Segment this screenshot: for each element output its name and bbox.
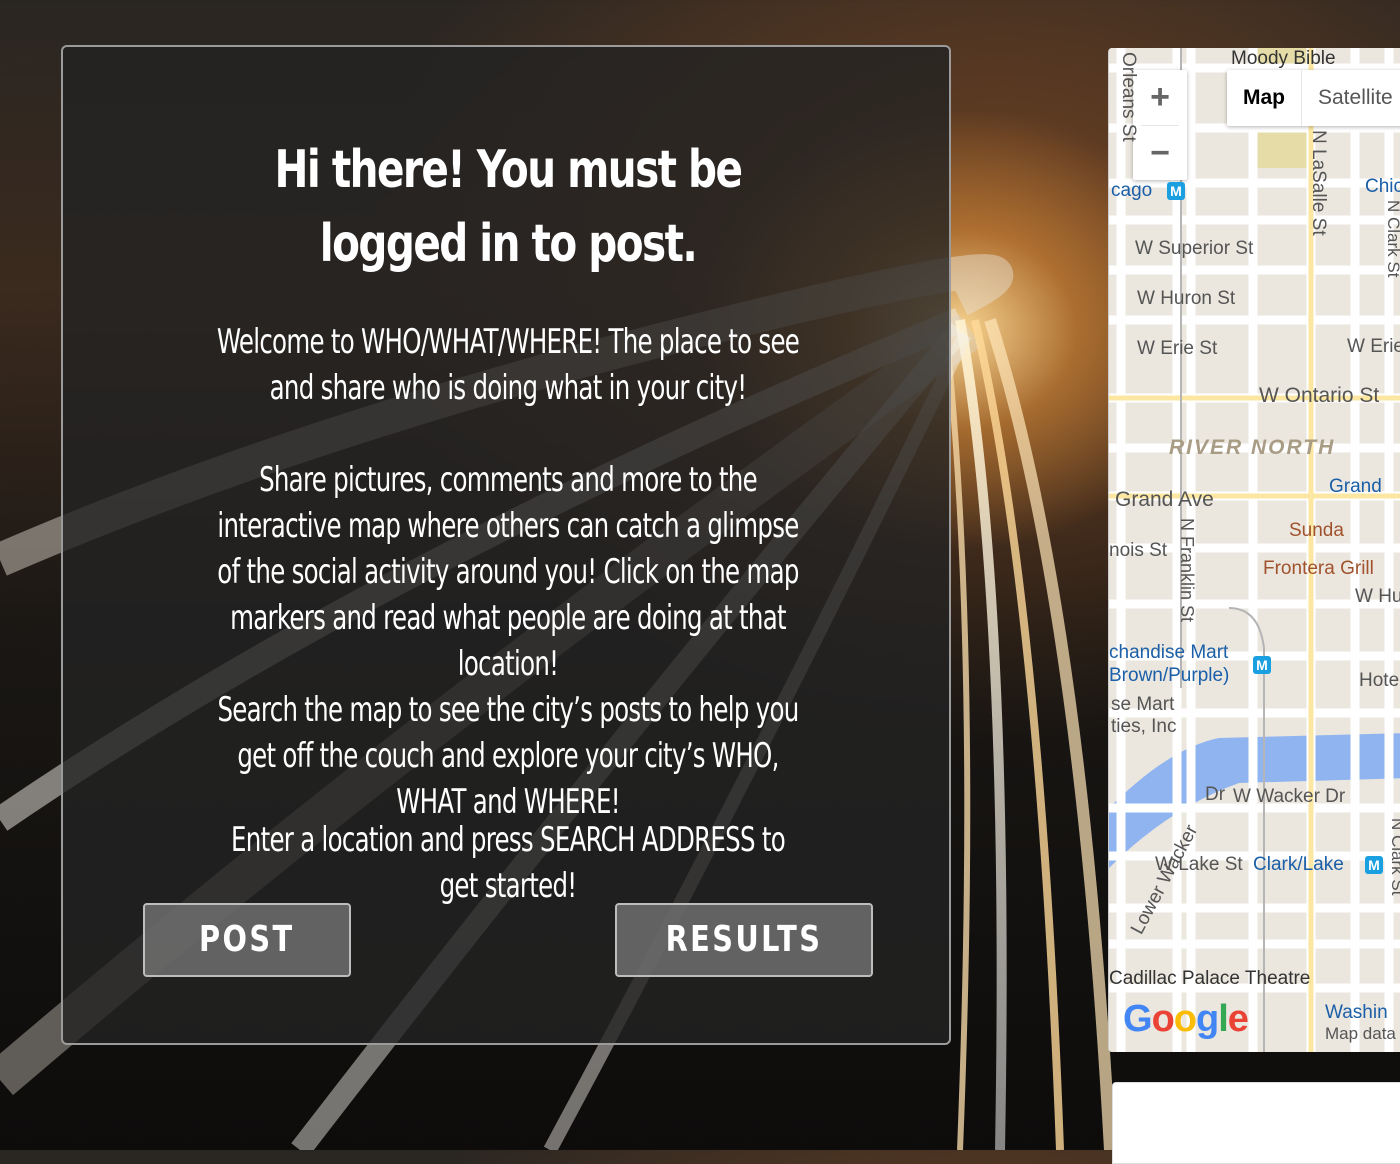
map-type-map[interactable]: Map	[1227, 70, 1302, 126]
map-label-n-clark2: N Clark St	[1388, 818, 1400, 896]
google-logo-letter: o	[1173, 998, 1197, 1040]
map-label-orleans: Orleans St	[1118, 52, 1139, 142]
google-map[interactable]: + − Map Satellite Moody Bible Orleans St…	[1108, 48, 1400, 1052]
get-started-paragraph: Enter a location and press SEARCH ADDRES…	[231, 820, 786, 906]
map-label-erie2: W Erie	[1347, 336, 1400, 357]
map-label-whu: W Hu	[1355, 586, 1400, 607]
google-logo-letter: o	[1151, 998, 1175, 1040]
map-label-franklin: N Franklin St	[1177, 518, 1197, 623]
zoom-out-button[interactable]: −	[1133, 126, 1187, 181]
map-label-huron: W Huron St	[1137, 288, 1236, 309]
map-label-superior: W Superior St	[1135, 238, 1254, 259]
map-label-lasalle: N LaSalle St	[1308, 130, 1329, 236]
map-label-clark-lake: Clark/Lake	[1253, 854, 1344, 875]
map-label-ontario: W Ontario St	[1259, 384, 1380, 407]
map-label-wacker-dr: Dr	[1205, 784, 1226, 805]
map-label-chicago: cago	[1111, 180, 1153, 201]
map-type-satellite[interactable]: Satellite	[1302, 70, 1400, 126]
google-logo: Google	[1123, 998, 1249, 1041]
map-label-washington: Washin	[1325, 1002, 1388, 1023]
map-label-merch2: Brown/Purple)	[1109, 665, 1230, 686]
map-zoom-control: + −	[1133, 70, 1187, 180]
map-label-lake: W Lake St	[1155, 854, 1243, 875]
map-label-clark: N Clark St	[1384, 200, 1400, 278]
map-label-grand-ave: Grand Ave	[1115, 488, 1214, 511]
post-button-label: POST	[199, 919, 295, 960]
map-label-grand2: Grand	[1329, 476, 1382, 497]
page-title: Hi there! You must be logged in to post.	[274, 140, 744, 274]
login-required-panel: Hi there! You must be logged in to post.…	[61, 45, 951, 1045]
map-label-merch1: chandise Mart	[1109, 642, 1229, 663]
metro-icon: M	[1365, 856, 1383, 874]
google-logo-letter: g	[1196, 998, 1219, 1040]
search-paragraph: Search the map to see the city’s posts t…	[217, 690, 799, 822]
google-logo-letter: l	[1218, 998, 1229, 1040]
map-type-control: Map Satellite	[1227, 70, 1400, 126]
map-label-map-data: Map data	[1325, 1024, 1396, 1043]
share-paragraph: Share pictures, comments and more to the…	[217, 460, 799, 684]
map-label-river-north: RIVER NORTH	[1169, 436, 1336, 459]
map-label-mart2: ties, Inc	[1111, 716, 1177, 737]
welcome-paragraph: Welcome to WHO/WHAT/WHERE! The place to …	[216, 322, 800, 408]
map-label-w-wacker: W Wacker Dr	[1233, 786, 1346, 807]
google-logo-letter: e	[1227, 998, 1249, 1040]
map-label-illinois: nois St	[1109, 540, 1168, 561]
map-label-frontera: Frontera Grill	[1263, 558, 1374, 579]
lower-white-panel	[1112, 1082, 1400, 1164]
map-label-cadillac: Cadillac Palace Theatre	[1109, 968, 1311, 989]
map-label-erie: W Erie St	[1137, 338, 1218, 359]
map-label-chi: Chic	[1365, 176, 1400, 197]
map-label-moody: Moody Bible	[1231, 48, 1336, 69]
results-button-label: RESULTS	[665, 919, 823, 960]
metro-icon: M	[1253, 656, 1271, 674]
results-button[interactable]: RESULTS	[615, 903, 873, 977]
post-button[interactable]: POST	[143, 903, 351, 977]
zoom-in-button[interactable]: +	[1133, 70, 1187, 125]
google-logo-letter: G	[1123, 998, 1153, 1040]
map-label-sunda: Sunda	[1289, 520, 1344, 541]
map-label-hotel: Hote	[1359, 670, 1400, 691]
metro-icon: M	[1167, 182, 1185, 200]
map-label-mart1: se Mart	[1111, 694, 1175, 715]
